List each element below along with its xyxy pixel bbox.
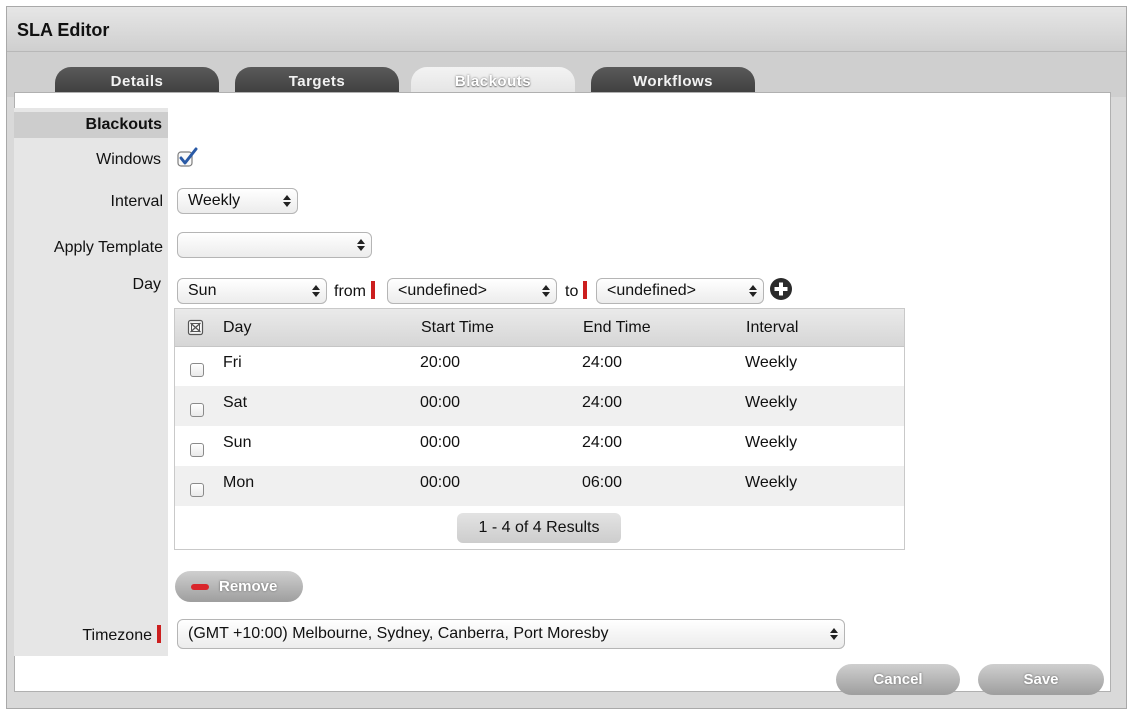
windows-label: Windows: [96, 151, 161, 168]
to-label-text: to: [565, 283, 579, 300]
form-label-column: [14, 108, 168, 656]
timezone-label-text: Timezone: [82, 627, 152, 644]
cell-interval: Weekly: [745, 354, 798, 371]
required-marker: [157, 625, 161, 643]
blackouts-table: Day Start Time End Time Interval Fri 20:…: [174, 308, 905, 550]
plus-circle-icon: [770, 278, 792, 300]
to-label: to: [565, 281, 588, 301]
cell-start-time: 00:00: [420, 434, 461, 451]
row-checkbox[interactable]: [190, 483, 204, 497]
select-all-checkbox-icon[interactable]: [187, 319, 205, 337]
from-label-text: from: [334, 283, 366, 300]
timezone-select-value: (GMT +10:00) Melbourne, Sydney, Canberra…: [188, 625, 609, 642]
cell-end-time: 06:00: [582, 474, 623, 491]
column-header-day[interactable]: Day: [223, 319, 251, 337]
row-checkbox[interactable]: [190, 443, 204, 457]
cell-day: Fri: [223, 354, 242, 371]
cell-end-time: 24:00: [582, 354, 623, 371]
column-header-start-time[interactable]: Start Time: [421, 319, 494, 337]
table-row[interactable]: Mon 00:00 06:00 Weekly: [175, 466, 904, 506]
cell-interval: Weekly: [745, 394, 798, 411]
table-row[interactable]: Sat 00:00 24:00 Weekly: [175, 386, 904, 426]
cell-day: Mon: [223, 474, 255, 491]
up-down-arrows-icon: [830, 620, 838, 648]
day-select-value: Sun: [188, 282, 217, 299]
up-down-arrows-icon: [542, 279, 550, 303]
pagination-summary: 1 - 4 of 4 Results: [457, 513, 621, 543]
row-checkbox[interactable]: [190, 363, 204, 377]
table-header: Day Start Time End Time Interval: [175, 309, 904, 347]
up-down-arrows-icon: [749, 279, 757, 303]
cell-start-time: 00:00: [420, 394, 461, 411]
title-bar: SLA Editor: [7, 7, 1126, 52]
minus-icon: [191, 584, 209, 590]
save-button[interactable]: Save: [978, 664, 1104, 695]
day-select[interactable]: Sun: [177, 278, 327, 304]
remove-button[interactable]: Remove: [175, 571, 303, 602]
day-label: Day: [132, 276, 161, 293]
up-down-arrows-icon: [312, 279, 320, 303]
interval-select[interactable]: Weekly: [177, 188, 298, 214]
cell-start-time: 00:00: [420, 474, 461, 491]
cell-end-time: 24:00: [582, 394, 623, 411]
table-row[interactable]: Fri 20:00 24:00 Weekly: [175, 346, 904, 386]
required-marker: [371, 281, 375, 299]
cell-day: Sun: [223, 434, 252, 451]
cell-day: Sat: [223, 394, 248, 411]
up-down-arrows-icon: [357, 233, 365, 257]
from-time-select-value: <undefined>: [398, 282, 487, 299]
apply-template-label: Apply Template: [53, 239, 163, 256]
interval-select-value: Weekly: [188, 192, 241, 209]
from-time-select[interactable]: <undefined>: [387, 278, 557, 304]
windows-checkbox[interactable]: [176, 146, 200, 170]
remove-button-label: Remove: [219, 578, 278, 595]
add-blackout-button[interactable]: [769, 277, 793, 301]
cell-start-time: 20:00: [420, 354, 461, 371]
section-header: Blackouts: [14, 112, 168, 138]
cell-end-time: 24:00: [582, 434, 623, 451]
cell-interval: Weekly: [745, 474, 798, 491]
from-label: from: [334, 281, 375, 301]
tab-bar: Details Targets Blackouts Workflows: [7, 52, 1126, 98]
cell-interval: Weekly: [745, 434, 798, 451]
section-title: Blackouts: [85, 116, 162, 133]
window-title: SLA Editor: [17, 20, 110, 40]
cancel-button[interactable]: Cancel: [836, 664, 960, 695]
column-header-end-time[interactable]: End Time: [583, 319, 651, 337]
to-time-select[interactable]: <undefined>: [596, 278, 764, 304]
row-checkbox[interactable]: [190, 403, 204, 417]
required-marker: [583, 281, 588, 299]
timezone-select[interactable]: (GMT +10:00) Melbourne, Sydney, Canberra…: [177, 619, 845, 649]
up-down-arrows-icon: [283, 189, 291, 213]
timezone-label: Timezone: [14, 625, 161, 645]
interval-label: Interval: [110, 193, 163, 210]
table-row[interactable]: Sun 00:00 24:00 Weekly: [175, 426, 904, 466]
apply-template-select[interactable]: [177, 232, 372, 258]
column-header-interval[interactable]: Interval: [746, 319, 798, 337]
checkbox-checked-icon: [177, 147, 198, 167]
to-time-select-value: <undefined>: [607, 282, 696, 299]
